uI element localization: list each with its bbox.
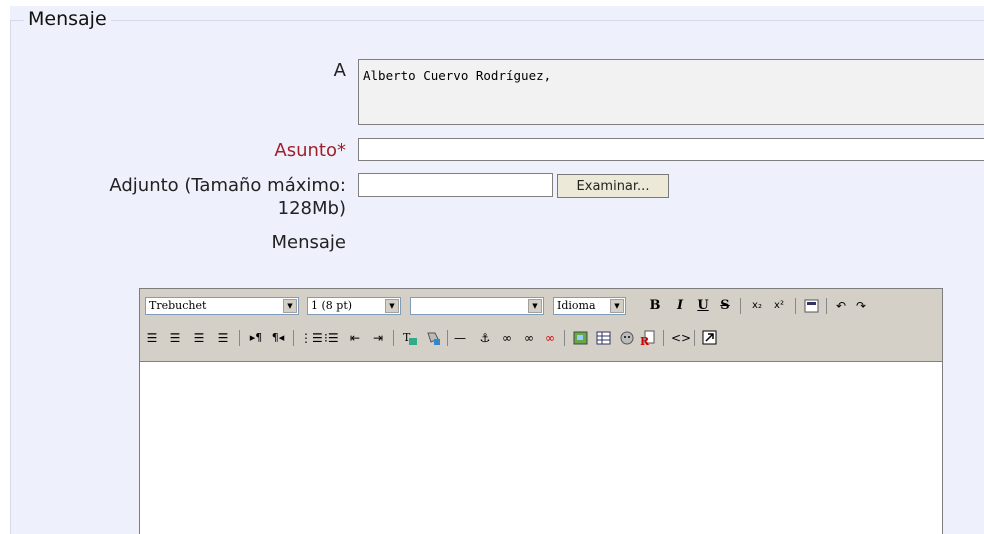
font-size-select[interactable]: 1 (8 pt) ▼ xyxy=(307,297,401,315)
clean-word-icon[interactable] xyxy=(804,297,820,315)
html-editor: Trebuchet ▼ 1 (8 pt) ▼ ▼ Idioma ▼ B I U … xyxy=(139,288,943,534)
align-right-icon[interactable]: ☰ xyxy=(192,329,206,347)
font-size-value: 1 (8 pt) xyxy=(311,299,353,312)
chevron-down-icon: ▼ xyxy=(385,299,399,313)
indent-icon[interactable]: ⇥ xyxy=(371,329,385,347)
outdent-icon[interactable]: ⇤ xyxy=(348,329,362,347)
toolbar-separator xyxy=(393,330,394,346)
fieldset-border-left xyxy=(10,20,11,534)
toolbar-separator xyxy=(826,298,827,314)
html-source-icon[interactable]: <> xyxy=(671,329,691,347)
text-color-icon[interactable]: T xyxy=(402,329,418,347)
subject-input[interactable] xyxy=(358,138,984,161)
attachment-file-input[interactable] xyxy=(358,173,553,197)
fieldset-border-top xyxy=(10,20,984,21)
italic-button[interactable]: I xyxy=(673,297,687,315)
message-label: Mensaje xyxy=(271,232,347,253)
subscript-icon[interactable]: x₂ xyxy=(750,297,764,315)
underline-button[interactable]: U xyxy=(696,297,710,315)
search-replace-icon[interactable]: R xyxy=(640,329,656,347)
fieldset-legend: Mensaje xyxy=(24,8,111,30)
to-label: A xyxy=(333,60,346,81)
font-family-select[interactable]: Trebuchet ▼ xyxy=(145,297,299,315)
anchor-icon[interactable]: ⚓ xyxy=(478,329,492,347)
browse-button[interactable]: Examinar... xyxy=(557,174,669,198)
language-value: Idioma xyxy=(557,299,596,312)
horizontal-rule-icon[interactable]: — xyxy=(453,329,467,347)
toolbar-separator xyxy=(663,330,664,346)
toolbar-separator xyxy=(293,330,294,346)
chevron-down-icon: ▼ xyxy=(528,299,542,313)
align-left-icon[interactable]: ☰ xyxy=(145,329,159,347)
attachment-label-size: 128Mb) xyxy=(277,198,346,219)
message-textarea[interactable] xyxy=(140,362,942,534)
ltr-icon[interactable]: ▸¶ xyxy=(249,329,263,347)
insert-image-icon[interactable] xyxy=(573,329,589,347)
toolbar-separator xyxy=(447,330,448,346)
recipients-field: Alberto Cuervo Rodríguez, xyxy=(358,59,984,125)
bold-button[interactable]: B xyxy=(648,297,662,315)
rtl-icon[interactable]: ¶◂ xyxy=(271,329,285,347)
insert-table-icon[interactable] xyxy=(596,329,612,347)
redo-icon[interactable]: ↷ xyxy=(854,297,868,315)
svg-text:R: R xyxy=(640,335,650,346)
undo-icon[interactable]: ↶ xyxy=(834,297,848,315)
chevron-down-icon: ▼ xyxy=(610,299,624,313)
toolbar-separator xyxy=(795,298,796,314)
toolbar-separator xyxy=(740,298,741,314)
toolbar-separator xyxy=(564,330,565,346)
font-family-value: Trebuchet xyxy=(149,299,207,312)
background-color-icon[interactable] xyxy=(425,329,441,347)
superscript-icon[interactable]: x² xyxy=(772,297,786,315)
strikethrough-button[interactable]: S xyxy=(718,297,732,315)
language-select[interactable]: Idioma ▼ xyxy=(553,297,626,315)
fullscreen-icon[interactable] xyxy=(702,329,718,347)
justify-icon[interactable]: ☰ xyxy=(216,329,230,347)
editor-toolbar: Trebuchet ▼ 1 (8 pt) ▼ ▼ Idioma ▼ B I U … xyxy=(140,289,942,362)
ordered-list-icon[interactable]: ⋮☰ xyxy=(300,329,323,347)
align-center-icon[interactable]: ☰ xyxy=(168,329,182,347)
unlink-icon[interactable]: ∞ xyxy=(522,329,536,347)
attachment-label: Adjunto (Tamaño máximo: xyxy=(109,175,346,196)
unordered-list-icon[interactable]: ⁝☰ xyxy=(324,329,339,347)
insert-smiley-icon[interactable] xyxy=(619,329,635,347)
nolink-icon[interactable]: ∞ xyxy=(543,329,557,347)
chevron-down-icon: ▼ xyxy=(283,299,297,313)
toolbar-separator xyxy=(239,330,240,346)
subject-label: Asunto* xyxy=(274,140,346,161)
link-icon[interactable]: ∞ xyxy=(500,329,514,347)
toolbar-separator xyxy=(694,330,695,346)
format-select[interactable]: ▼ xyxy=(410,297,544,315)
